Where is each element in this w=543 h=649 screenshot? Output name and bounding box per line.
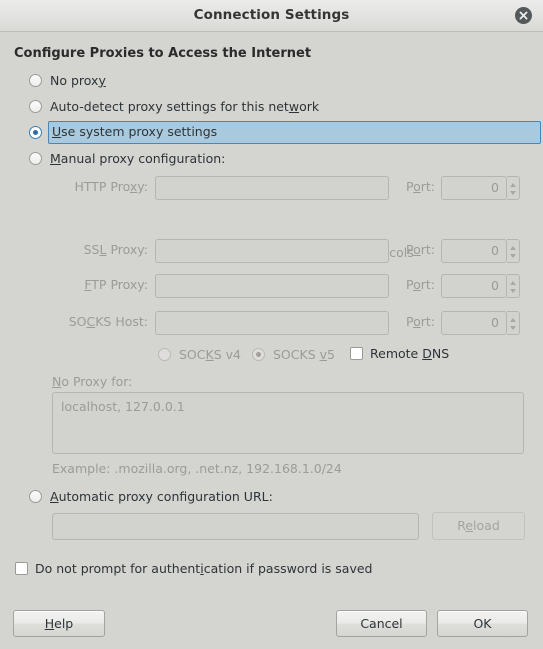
reload-button-label: Reload xyxy=(457,518,500,533)
http-proxy-label: HTTP Proxy: xyxy=(74,179,148,194)
radio-indicator xyxy=(29,489,42,503)
selected-row-highlight: Use system proxy settings xyxy=(48,120,541,144)
radio-no-proxy[interactable]: No proxy xyxy=(29,69,106,91)
ok-button[interactable]: OK xyxy=(437,610,528,637)
checkbox-indicator xyxy=(15,561,28,575)
radio-indicator xyxy=(158,347,171,361)
radio-manual-config[interactable]: Manual proxy configuration: xyxy=(29,147,225,169)
radio-auto-detect[interactable]: Auto-detect proxy settings for this netw… xyxy=(29,95,319,117)
checkbox-remote-dns[interactable]: Remote DNS xyxy=(350,343,449,363)
http-proxy-input[interactable] xyxy=(155,176,389,200)
chevron-up-icon[interactable] xyxy=(510,281,516,285)
close-icon[interactable] xyxy=(515,7,532,24)
radio-auto-config-url[interactable]: Automatic proxy configuration URL: xyxy=(29,485,273,507)
checkbox-indicator xyxy=(350,346,363,360)
help-button-label: Help xyxy=(44,616,74,631)
radio-indicator xyxy=(252,347,265,361)
radio-auto-config-url-label: Automatic proxy configuration URL: xyxy=(50,488,273,504)
chevron-up-icon[interactable] xyxy=(510,246,516,250)
connection-settings-dialog: Connection Settings Configure Proxies to… xyxy=(0,0,543,649)
window-title: Connection Settings xyxy=(193,7,350,23)
ssl-port-input[interactable]: 0 xyxy=(441,239,507,263)
checkbox-remote-dns-label: Remote DNS xyxy=(370,345,450,361)
chevron-down-icon[interactable] xyxy=(510,289,516,293)
dialog-content: Configure Proxies to Access the Internet… xyxy=(0,32,543,649)
ssl-proxy-input[interactable] xyxy=(155,239,389,263)
radio-indicator xyxy=(29,99,42,113)
socks-port-input[interactable]: 0 xyxy=(441,311,507,335)
radio-auto-detect-label: Auto-detect proxy settings for this netw… xyxy=(50,98,320,114)
ftp-port-input[interactable]: 0 xyxy=(441,274,507,298)
http-port-label: Port: xyxy=(405,179,435,194)
http-port-value: 0 xyxy=(491,180,499,195)
radio-socks-v4[interactable]: SOCKS v4 xyxy=(158,343,241,365)
http-port-stepper[interactable] xyxy=(507,176,520,200)
socks-host-input[interactable] xyxy=(155,311,389,335)
ftp-port-value: 0 xyxy=(491,278,499,293)
no-proxy-for-label: No Proxy for: xyxy=(52,374,133,389)
cancel-button-label: Cancel xyxy=(360,616,403,631)
cancel-button[interactable]: Cancel xyxy=(336,610,427,637)
page-title: Configure Proxies to Access the Internet xyxy=(14,46,312,61)
chevron-up-icon[interactable] xyxy=(510,183,516,187)
http-port-input[interactable]: 0 xyxy=(441,176,507,200)
ok-button-label: OK xyxy=(473,616,492,631)
no-proxy-for-textarea[interactable]: localhost, 127.0.0.1 xyxy=(52,392,524,454)
socks-host-label: SOCKS Host: xyxy=(68,314,148,329)
radio-use-system-proxy[interactable]: Use system proxy settings xyxy=(29,120,541,144)
chevron-up-icon[interactable] xyxy=(510,318,516,322)
checkbox-no-auth-prompt[interactable]: Do not prompt for authentication if pass… xyxy=(15,558,372,578)
ssl-port-value: 0 xyxy=(491,243,499,258)
ssl-port-stepper[interactable] xyxy=(507,239,520,263)
radio-socks-v4-label: SOCKS v4 xyxy=(179,346,241,362)
radio-use-system-proxy-label: Use system proxy settings xyxy=(52,123,218,139)
chevron-down-icon[interactable] xyxy=(510,254,516,258)
checkbox-no-auth-prompt-label: Do not prompt for authentication if pass… xyxy=(35,560,373,576)
ftp-port-label: Port: xyxy=(405,277,435,292)
ssl-port-label: Port: xyxy=(405,242,435,257)
socks-port-stepper[interactable] xyxy=(507,311,520,335)
radio-indicator xyxy=(29,73,42,87)
socks-port-label: Port: xyxy=(405,314,435,329)
title-bar: Connection Settings xyxy=(0,0,543,32)
help-button[interactable]: Help xyxy=(13,610,105,637)
socks-port-value: 0 xyxy=(491,315,499,330)
auto-config-url-input[interactable] xyxy=(52,513,419,540)
no-proxy-for-value: localhost, 127.0.0.1 xyxy=(61,399,185,414)
ftp-proxy-label: FTP Proxy: xyxy=(84,277,148,292)
ftp-port-stepper[interactable] xyxy=(507,274,520,298)
chevron-down-icon[interactable] xyxy=(510,191,516,195)
radio-indicator xyxy=(29,151,42,165)
ssl-proxy-label: SSL Proxy: xyxy=(83,242,148,257)
chevron-down-icon[interactable] xyxy=(510,326,516,330)
radio-no-proxy-label: No proxy xyxy=(50,72,106,88)
reload-button[interactable]: Reload xyxy=(432,512,525,540)
ftp-proxy-input[interactable] xyxy=(155,274,389,298)
radio-manual-config-label: Manual proxy configuration: xyxy=(50,150,226,166)
radio-socks-v5-label: SOCKS v5 xyxy=(273,346,335,362)
radio-socks-v5[interactable]: SOCKS v5 xyxy=(252,343,335,365)
radio-indicator xyxy=(29,125,42,139)
no-proxy-example-text: Example: .mozilla.org, .net.nz, 192.168.… xyxy=(52,461,342,476)
